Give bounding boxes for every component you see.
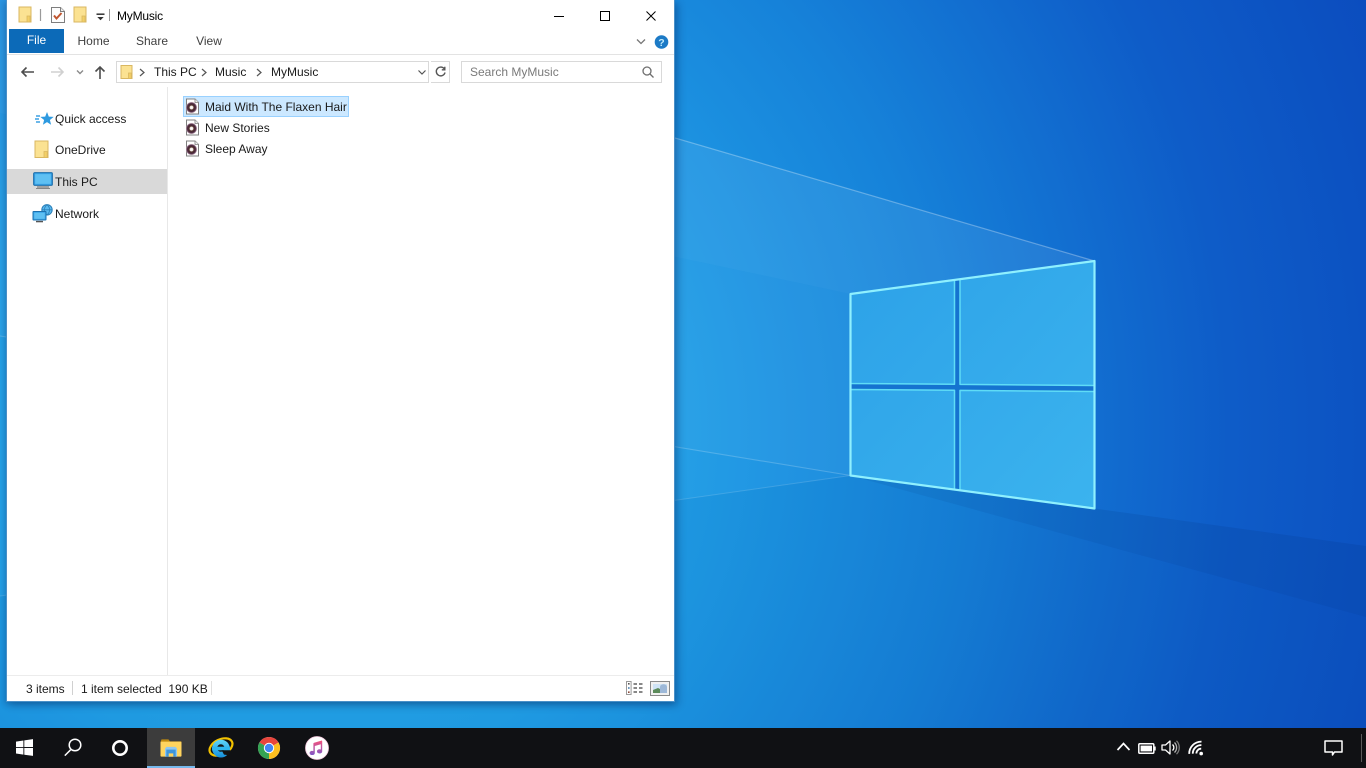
svg-text:?: ? bbox=[658, 37, 664, 49]
